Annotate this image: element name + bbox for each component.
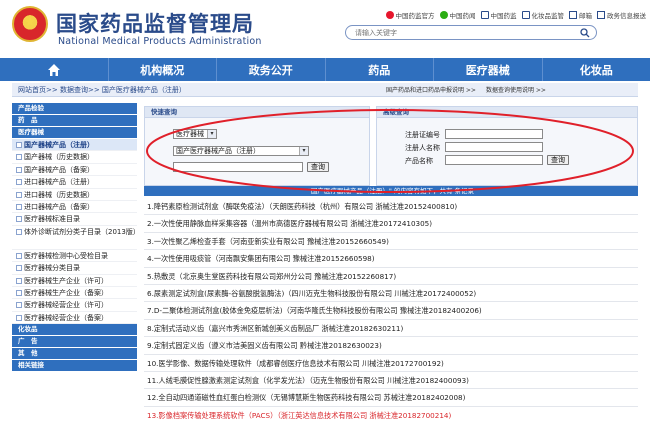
usage-help-link[interactable]: 数据查询使用说明 >> [486, 85, 546, 94]
header-link-mail[interactable]: 邮箱 [569, 10, 592, 20]
result-row[interactable]: 9.定制式固定义齿（遵义市洁美固义齿有限公司 黔械注准20182630023) [144, 337, 638, 355]
sidebar-item-import-history[interactable]: 进口器械（历史数据） [12, 189, 137, 201]
site-subtitle: National Medical Products Administration [58, 36, 262, 47]
site-search [345, 25, 597, 40]
weibo-icon [385, 11, 394, 19]
mail-icon [597, 11, 605, 19]
site-header: ★ 国家药品监督管理局 National Medical Products Ad… [0, 0, 650, 56]
results-list: 1.降钙素原检测试剂盒（酶联免疫法）（天朗医药科技（杭州）有限公司 浙械注准20… [144, 198, 638, 421]
sidebar-item-ivd-catalog[interactable]: 体外诊断试剂分类子目录（2013版） [12, 226, 137, 250]
nav-item-cosmetics[interactable]: 化妆品 [543, 58, 650, 81]
sidebar-item-mfr-license[interactable]: 医疗器械生产企业（许可） [12, 275, 137, 287]
sidebar-item-dist-filing[interactable]: 医疗器械经营企业（备案） [12, 312, 137, 325]
sidebar-cat-links[interactable]: 相关链接 [12, 360, 137, 372]
header-link-report[interactable]: 政务信息报送 [597, 10, 646, 20]
wechat-icon [439, 11, 448, 19]
product-name-label: 产品名称 [405, 157, 433, 165]
phone-icon [521, 11, 530, 19]
sidebar-item-import-reg[interactable]: 进口器械产品（注册） [12, 176, 137, 189]
header-link-cosmetics[interactable]: 化妆品监管 [521, 10, 564, 20]
nav-item-drugs[interactable]: 药品 [326, 58, 434, 81]
sidebar-cat-inspection[interactable]: 产品检验 [12, 103, 137, 114]
national-emblem-icon: ★ [12, 6, 48, 42]
breadcrumb-bar: 网站首页>> 数据查询>> 国产医疗器械产品（注册） 国产药品和进口药品申报说明… [12, 83, 638, 97]
phone-icon [480, 11, 489, 19]
database-select[interactable]: 国产医疗器械产品（注册） ▾ [173, 146, 309, 156]
sidebar: 产品检验 药 品 医疗器械 国产器械产品（注册） 国产器械（历史数据） 国产器械… [12, 103, 137, 421]
chevron-down-icon: ▾ [299, 147, 308, 155]
sidebar-cat-ads[interactable]: 广 告 [12, 336, 137, 348]
sidebar-cat-drugs[interactable]: 药 品 [12, 115, 137, 126]
result-row[interactable]: 4.一次性使用吸痰管（河南飘安集团有限公司 豫械注准20152660598) [144, 250, 638, 268]
result-row[interactable]: 8.定制式活动义齿（嘉兴市秀洲区新城创美义齿制品厂 浙械注准2018263021… [144, 320, 638, 338]
result-row[interactable]: 12.全自动四通道磁性血红蛋白检测仪（无锡博慧斯生物医药科技有限公司 苏械注准2… [144, 389, 638, 407]
sidebar-item-import-filing[interactable]: 进口器械产品（备案） [12, 201, 137, 214]
quick-search-title: 快速查询 [145, 107, 369, 118]
quick-search-panel: 快速查询 医疗器械 ▾ 国产医疗器械产品（注册） ▾ 查询 [144, 106, 370, 186]
result-row[interactable]: 3.一次性聚乙烯检查手套（河南亚新实业有限公司 豫械注准20152660549) [144, 233, 638, 251]
site-title: 国家药品监督管理局 [56, 12, 254, 36]
registrant-input[interactable] [445, 142, 543, 152]
result-row-highlighted[interactable]: 13.影像档案传输处理系统软件（PACS）（浙江英达信息技术有限公司 浙械注准2… [144, 407, 638, 421]
sidebar-cat-cosmetics[interactable]: 化妆品 [12, 324, 137, 336]
advanced-search-panel: 高级查询 注册证编号 注册人名称 产品名称 查询 [376, 106, 638, 186]
reg-no-label: 注册证编号 [405, 131, 440, 139]
chevron-down-icon: ▾ [207, 130, 216, 138]
sidebar-item-domestic-filing[interactable]: 国产器械产品（备案） [12, 164, 137, 177]
mail-icon [569, 11, 577, 19]
nav-item-devices[interactable]: 医疗器械 [434, 58, 543, 81]
nav-home[interactable] [0, 58, 109, 81]
sidebar-item-domestic-reg[interactable]: 国产器械产品（注册） [12, 139, 137, 152]
advanced-search-title: 高级查询 [377, 107, 637, 118]
sidebar-item-standards[interactable]: 医疗器械标准目录 [12, 213, 137, 226]
product-name-input[interactable] [445, 155, 543, 165]
sidebar-item-classification[interactable]: 医疗器械分类目录 [12, 262, 137, 275]
sidebar-item-mfr-filing[interactable]: 医疗器械生产企业（备案） [12, 287, 137, 300]
result-row[interactable]: 2.一次性使用静脉血样采集容器（温州市高德医疗器械有限公司 浙械注准201724… [144, 215, 638, 233]
result-row[interactable]: 5.热敷灵（北京奥生堂医药科技有限公司郑州分公司 豫械注准20152260817… [144, 268, 638, 285]
sidebar-item-test-center[interactable]: 医疗器械检测中心受检目录 [12, 250, 137, 263]
sidebar-cat-devices[interactable]: 医疗器械 [12, 127, 137, 138]
breadcrumb[interactable]: 网站首页>> 数据查询>> 国产医疗器械产品（注册） [18, 85, 186, 95]
result-row[interactable]: 6.尿素测定试剂盒(尿素酶-谷氨酸脱氢酶法)（四川迈克生物科技股份有限公司 川械… [144, 285, 638, 303]
result-row[interactable]: 7.D-二聚体检测试剂盒(胶体金免疫层析法)（河南华隆氏生物科技股份有限公司 豫… [144, 302, 638, 320]
nav-item-org[interactable]: 机构概况 [109, 58, 217, 81]
result-row[interactable]: 10.医学影像、数据传输处理软件（成都睿创医疗信息技术有限公司 川械注准2017… [144, 355, 638, 372]
declare-help-link[interactable]: 国产药品和进口药品申报说明 >> [386, 85, 476, 94]
reg-no-input[interactable] [445, 129, 543, 139]
main-nav: 机构概况 政务公开 药品 医疗器械 化妆品 [0, 58, 650, 81]
result-row[interactable]: 1.降钙素原检测试剂盒（酶联免疫法）（天朗医药科技（杭州）有限公司 浙械注准20… [144, 198, 638, 216]
keyword-input[interactable] [173, 162, 303, 172]
results-header: "国产医疗器械产品（注册）" 的内容有如下，共有 条记录 [144, 186, 638, 196]
result-row[interactable]: 11.人绒毛膜促性腺激素测定试剂盒（化学发光法）（迈克生物股份有限公司 川械注准… [144, 372, 638, 390]
header-links: 中国药监官方 中国药闻 中国药监 化妆品监管 邮箱 政务信息报送 [340, 10, 646, 20]
home-icon [47, 63, 60, 76]
header-link-weibo[interactable]: 中国药监官方 [385, 10, 435, 20]
sidebar-item-domestic-history[interactable]: 国产器械（历史数据） [12, 151, 137, 164]
search-input[interactable] [355, 26, 575, 39]
header-link-wechat[interactable]: 中国药闻 [439, 10, 476, 20]
advanced-search-button[interactable]: 查询 [547, 155, 569, 165]
category-select[interactable]: 医疗器械 ▾ [173, 129, 217, 139]
sidebar-cat-other[interactable]: 其 他 [12, 348, 137, 360]
nav-item-gov[interactable]: 政务公开 [217, 58, 326, 81]
header-link-mobile[interactable]: 中国药监 [480, 10, 517, 20]
search-icon[interactable] [580, 28, 590, 38]
help-links: 国产药品和进口药品申报说明 >> 数据查询使用说明 >> [386, 85, 546, 94]
sidebar-item-dist-license[interactable]: 医疗器械经营企业（许可） [12, 299, 137, 312]
quick-search-button[interactable]: 查询 [307, 162, 329, 172]
registrant-label: 注册人名称 [405, 144, 440, 152]
